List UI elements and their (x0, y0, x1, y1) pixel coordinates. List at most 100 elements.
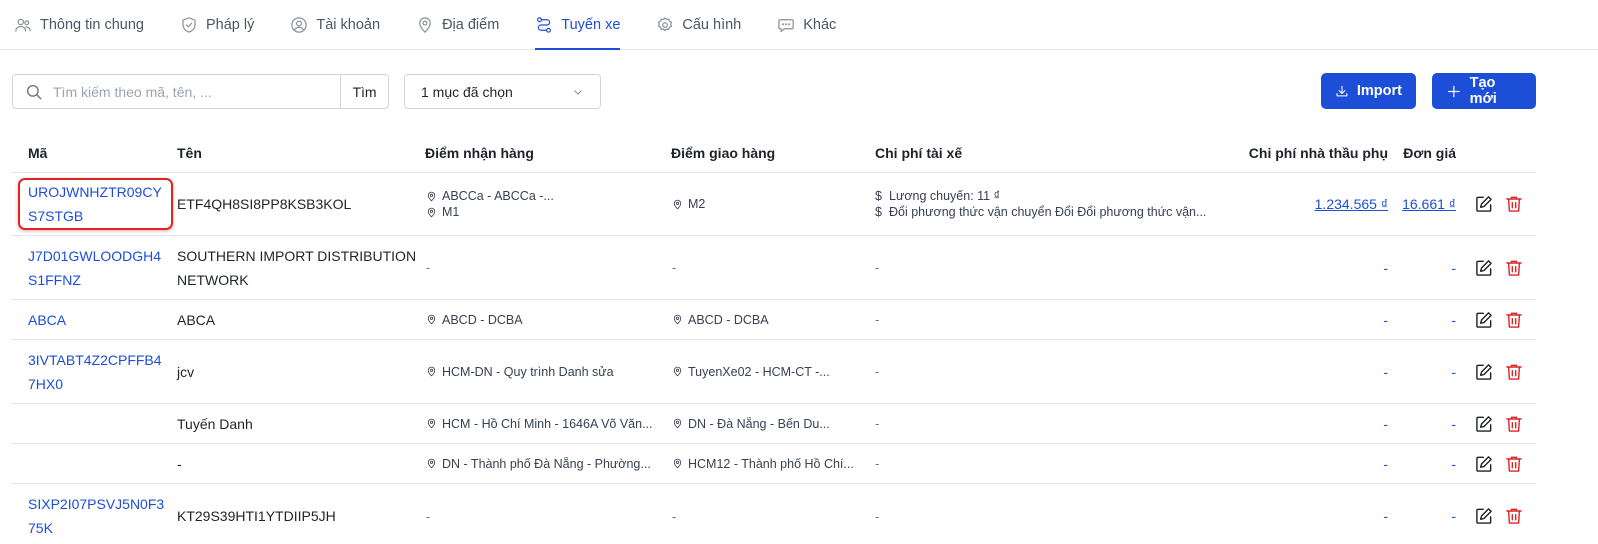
edit-button[interactable] (1474, 362, 1494, 382)
edit-button[interactable] (1474, 454, 1494, 474)
table-row[interactable]: - DN - Thành phố Đà Nẵng - Phường... HCM… (12, 444, 1536, 484)
pickup-location: HCM - Hồ Chí Minh - 1646A Võ Văn... (442, 416, 653, 431)
filter-select[interactable]: 1 mục đã chọn (404, 74, 601, 109)
delete-button[interactable] (1504, 194, 1524, 214)
pickup-cell: HCM-DN - Quy trình Danh sửa (426, 340, 662, 403)
map-pin-icon (673, 199, 682, 209)
row-actions (1460, 340, 1524, 403)
delivery-cell: TuyenXe02 - HCM-CT -... (672, 340, 866, 403)
delivery-location: HCM12 - Thành phố Hồ Chí... (688, 456, 854, 471)
create-new-button-label: Tạo mới (1469, 75, 1497, 107)
map-pin-icon (427, 366, 436, 377)
edit-button[interactable] (1474, 414, 1494, 434)
trash-icon (1506, 364, 1522, 380)
col-header-ma[interactable]: Mã (28, 145, 47, 161)
edit-button[interactable] (1474, 258, 1494, 278)
table-row[interactable]: UROJWNHZTR09CYS7STGB ETF4QH8SI8PP8KSB3KO… (12, 173, 1536, 236)
driver-cost-empty: - (875, 416, 880, 431)
table-row[interactable]: Tuyến Danh HCM - Hồ Chí Minh - 1646A Võ … (12, 404, 1536, 444)
edit-button[interactable] (1474, 506, 1494, 526)
edit-button[interactable] (1474, 194, 1494, 214)
delivery-location: ABCD - DCBA (688, 312, 769, 327)
edit-icon (1476, 415, 1492, 432)
edit-icon (1476, 508, 1492, 524)
delivery-cell: ABCD - DCBA (672, 300, 866, 339)
route-name: - (177, 455, 182, 472)
delivery-empty: - (672, 508, 677, 524)
tab-dia-diem[interactable]: Địa điểm (416, 0, 499, 49)
pickup-cell: HCM - Hồ Chí Minh - 1646A Võ Văn... (426, 404, 662, 443)
edit-icon (1476, 311, 1492, 328)
gear-icon (658, 16, 673, 31)
delivery-location: M2 (688, 197, 706, 211)
plus-icon (1448, 85, 1460, 97)
trash-icon (1506, 456, 1522, 472)
import-button[interactable]: Import (1321, 73, 1416, 109)
trash-icon (1506, 508, 1522, 524)
routes-table: Mã Tên Điểm nhận hàng Điểm giao hàng Chi… (12, 132, 1536, 544)
delete-button[interactable] (1504, 506, 1524, 526)
col-header-diem-nhan[interactable]: Điểm nhận hàng (425, 145, 534, 161)
tab-tai-khoan[interactable]: Tài khoản (290, 0, 380, 49)
pickup-location: ABCD - DCBA (442, 312, 523, 327)
table-row[interactable]: 3IVTABT4Z2CPFFB47HX0 jcv HCM-DN - Quy tr… (12, 340, 1536, 404)
search-icon (26, 84, 42, 99)
pickup-cell: DN - Thành phố Đà Nẵng - Phường... (426, 444, 662, 483)
edit-icon (1476, 196, 1492, 212)
route-code-link[interactable] (28, 444, 168, 483)
unit-price: - (1451, 455, 1456, 472)
delete-button[interactable] (1504, 414, 1524, 434)
table-row[interactable]: SIXP2I07PSVJ5N0F375K KT29S39HTI1YTDIIP5J… (12, 484, 1536, 544)
tab-khac[interactable]: Khác (777, 0, 836, 49)
delete-button[interactable] (1504, 258, 1524, 278)
user-circle-icon (291, 16, 308, 33)
route-code-link[interactable]: SIXP2I07PSVJ5N0F375K (28, 484, 168, 544)
tab-label: Tài khoản (316, 16, 381, 33)
users-icon (15, 18, 31, 32)
trash-icon (1506, 312, 1522, 328)
create-new-button[interactable]: Tạo mới (1432, 73, 1536, 109)
delivery-cell: DN - Đà Nẵng - Bến Du... (672, 404, 866, 443)
import-button-label: Import (1356, 83, 1402, 99)
search-button[interactable]: Tìm (340, 75, 388, 108)
map-pin-icon (427, 458, 436, 469)
map-pin-icon (427, 418, 436, 429)
subcontractor-cost[interactable]: 1.234.565 ₫ (1238, 173, 1388, 235)
edit-button[interactable] (1474, 310, 1494, 330)
table-row[interactable]: ABCA ABCA ABCD - DCBA ABCD - DCBA - - - (12, 300, 1536, 340)
trash-icon (1506, 416, 1522, 432)
col-header-chi-phi-tai-xe[interactable]: Chi phí tài xế (875, 145, 962, 161)
table-row[interactable]: J7D01GWLOODGH4S1FFNZ SOUTHERN IMPORT DIS… (12, 236, 1536, 300)
col-header-diem-giao[interactable]: Điểm giao hàng (671, 145, 775, 161)
tab-phap-ly[interactable]: Pháp lý (180, 0, 254, 49)
search-input[interactable] (53, 75, 340, 108)
delete-button[interactable] (1504, 310, 1524, 330)
chevron-down-icon (574, 89, 582, 95)
route-code-link[interactable]: 3IVTABT4Z2CPFFB47HX0 (28, 340, 168, 403)
route-code-link[interactable]: UROJWNHZTR09CYS7STGB (28, 173, 168, 235)
col-header-chi-phi-ntp[interactable]: Chi phí nhà thầu phụ (1249, 145, 1388, 161)
download-icon (1336, 85, 1348, 96)
tab-cau-hinh[interactable]: Cấu hình (656, 0, 741, 49)
row-actions (1460, 173, 1524, 235)
unit-price: - (1451, 363, 1456, 380)
delete-button[interactable] (1504, 454, 1524, 474)
delete-button[interactable] (1504, 362, 1524, 382)
route-name: jcv (177, 363, 195, 380)
route-code-link[interactable] (28, 404, 168, 443)
tab-label: Thông tin chung (40, 16, 144, 33)
trash-icon (1506, 196, 1522, 212)
route-code-link[interactable]: J7D01GWLOODGH4S1FFNZ (28, 236, 168, 299)
route-code-link[interactable]: ABCA (28, 300, 168, 339)
unit-price: - (1451, 508, 1456, 524)
pickup-location: M1 (442, 205, 460, 219)
delivery-empty: - (672, 260, 677, 275)
pickup-location: ABCCa - ABCCa -... (442, 189, 554, 203)
col-header-don-gia[interactable]: Đơn giá (1403, 145, 1456, 161)
unit-price[interactable]: 16.661 ₫ (1386, 173, 1456, 235)
col-header-ten[interactable]: Tên (177, 145, 202, 161)
driver-cost-item: Đổi phương thức vận chuyển Đổi Đổi phươn… (889, 205, 1207, 219)
tab-thong-tin-chung[interactable]: Thông tin chung (14, 0, 144, 49)
tab-tuyen-xe[interactable]: Tuyến xe (535, 0, 621, 50)
driver-cost-cell: $ Lương chuyến: 11 ₫ $ Đổi phương thức vận… (875, 173, 1215, 235)
